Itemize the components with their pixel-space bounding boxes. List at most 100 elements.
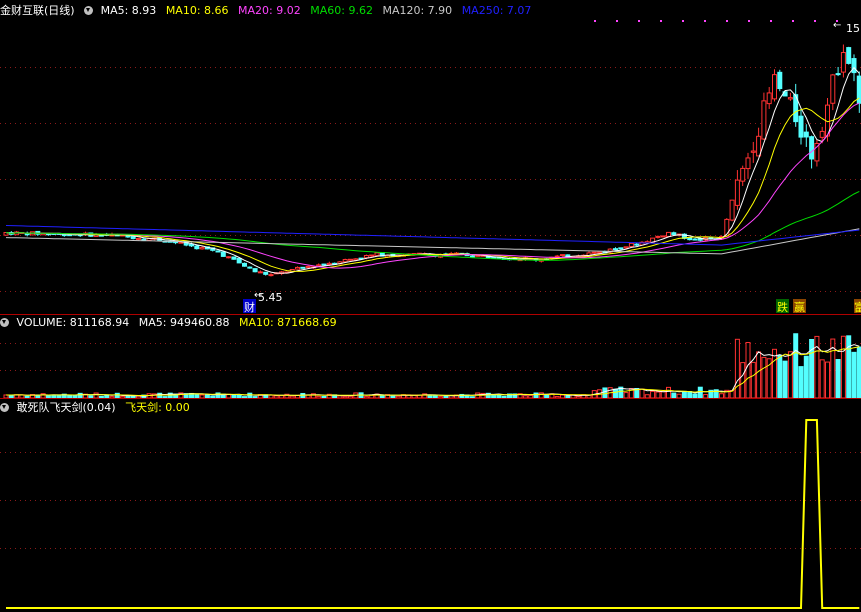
candle[interactable] [851, 58, 857, 74]
volume-bar[interactable] [247, 392, 253, 399]
volume-bar[interactable] [252, 396, 258, 399]
volume-bar[interactable] [613, 388, 618, 399]
volume-bar[interactable] [825, 361, 830, 399]
candle[interactable] [226, 256, 232, 259]
indicator-menu-icon[interactable] [84, 6, 94, 15]
volume-bar[interactable] [846, 335, 852, 399]
candle[interactable] [363, 254, 369, 259]
candle[interactable] [628, 242, 634, 247]
volume-bar[interactable] [194, 393, 200, 399]
volume-bar[interactable] [687, 391, 693, 399]
volume-bar[interactable] [697, 386, 703, 399]
volume-bar[interactable] [337, 395, 343, 399]
volume-bar[interactable] [469, 396, 475, 399]
volume-bar[interactable] [761, 356, 767, 399]
candle[interactable] [342, 259, 348, 263]
candle[interactable] [750, 150, 756, 153]
volume-bar[interactable] [199, 394, 205, 399]
volume-bar[interactable] [321, 396, 327, 399]
volume-bar[interactable] [660, 391, 666, 399]
candle[interactable] [729, 199, 735, 221]
candle[interactable] [295, 266, 300, 270]
volume-panel[interactable] [3, 333, 861, 399]
candle[interactable] [809, 136, 815, 160]
volume-bar[interactable] [289, 395, 295, 399]
volume-bar[interactable] [655, 391, 661, 399]
price-panel[interactable] [3, 20, 861, 277]
volume-bar[interactable] [491, 395, 497, 399]
candle[interactable] [199, 247, 205, 250]
candle[interactable] [819, 130, 825, 138]
volume-bar[interactable] [750, 361, 756, 399]
candle[interactable] [300, 266, 306, 269]
volume-bar[interactable] [856, 346, 861, 399]
volume-bar[interactable] [348, 395, 353, 399]
candle[interactable] [130, 235, 136, 240]
volume-bar[interactable] [231, 394, 237, 399]
candle[interactable] [772, 74, 777, 100]
candle[interactable] [178, 241, 184, 244]
feitianjian-line[interactable] [6, 419, 860, 609]
candle[interactable] [268, 274, 274, 277]
volume-bar[interactable] [671, 392, 677, 399]
volume-bar[interactable] [162, 396, 168, 399]
candle[interactable] [554, 255, 560, 258]
volume-bar[interactable] [639, 388, 645, 399]
volume-bar[interactable] [88, 395, 94, 399]
candle[interactable] [141, 238, 147, 241]
candle[interactable] [231, 256, 237, 260]
candle[interactable] [469, 255, 475, 258]
candle[interactable] [660, 235, 666, 238]
volume-bar[interactable] [120, 395, 126, 399]
volume-bar[interactable] [835, 359, 841, 399]
volume-bar[interactable] [395, 395, 401, 399]
volume-bar[interactable] [793, 333, 799, 399]
candle[interactable] [252, 268, 258, 273]
candle[interactable] [787, 97, 793, 100]
volume-menu-icon[interactable] [0, 318, 9, 327]
volume-bar[interactable] [72, 395, 78, 399]
volume-bar[interactable] [51, 394, 57, 399]
candle[interactable] [692, 238, 698, 241]
indicator-settings-icon[interactable] [0, 403, 9, 412]
candle[interactable] [756, 135, 762, 157]
volume-bar[interactable] [125, 395, 131, 399]
candle[interactable] [655, 235, 661, 238]
volume-bar[interactable] [798, 366, 804, 399]
volume-bar[interactable] [544, 394, 550, 399]
volume-bar[interactable] [93, 392, 99, 399]
volume-bar[interactable] [114, 392, 120, 399]
volume-bar[interactable] [379, 394, 385, 399]
volume-bar[interactable] [533, 392, 539, 399]
candle[interactable] [798, 115, 804, 138]
candle[interactable] [189, 243, 194, 247]
candle[interactable] [247, 266, 253, 269]
candle[interactable] [761, 100, 767, 140]
volume-bar[interactable] [522, 395, 528, 399]
volume-bar[interactable] [851, 351, 857, 399]
candle[interactable] [613, 248, 618, 251]
volume-bar[interactable] [650, 390, 656, 399]
candle[interactable] [369, 254, 375, 257]
volume-bar[interactable] [560, 394, 565, 399]
volume-bar[interactable] [575, 395, 581, 399]
candle[interactable] [257, 271, 263, 274]
candle[interactable] [560, 254, 565, 257]
candle[interactable] [348, 258, 353, 261]
volume-bar[interactable] [443, 395, 449, 399]
candle[interactable] [242, 262, 247, 267]
volume-bar[interactable] [814, 335, 820, 399]
candle[interactable] [671, 232, 677, 236]
volume-bar[interactable] [554, 396, 560, 399]
volume-bar[interactable] [24, 395, 30, 399]
volume-bar[interactable] [734, 338, 740, 399]
volume-bar[interactable] [438, 396, 444, 399]
candle[interactable] [846, 47, 852, 64]
volume-bar[interactable] [342, 396, 348, 399]
volume-bar[interactable] [363, 396, 369, 399]
volume-bar[interactable] [242, 396, 247, 399]
volume-bar[interactable] [77, 392, 83, 399]
volume-bar[interactable] [45, 395, 51, 399]
volume-bar[interactable] [623, 392, 629, 399]
volume-bar[interactable] [644, 394, 650, 399]
